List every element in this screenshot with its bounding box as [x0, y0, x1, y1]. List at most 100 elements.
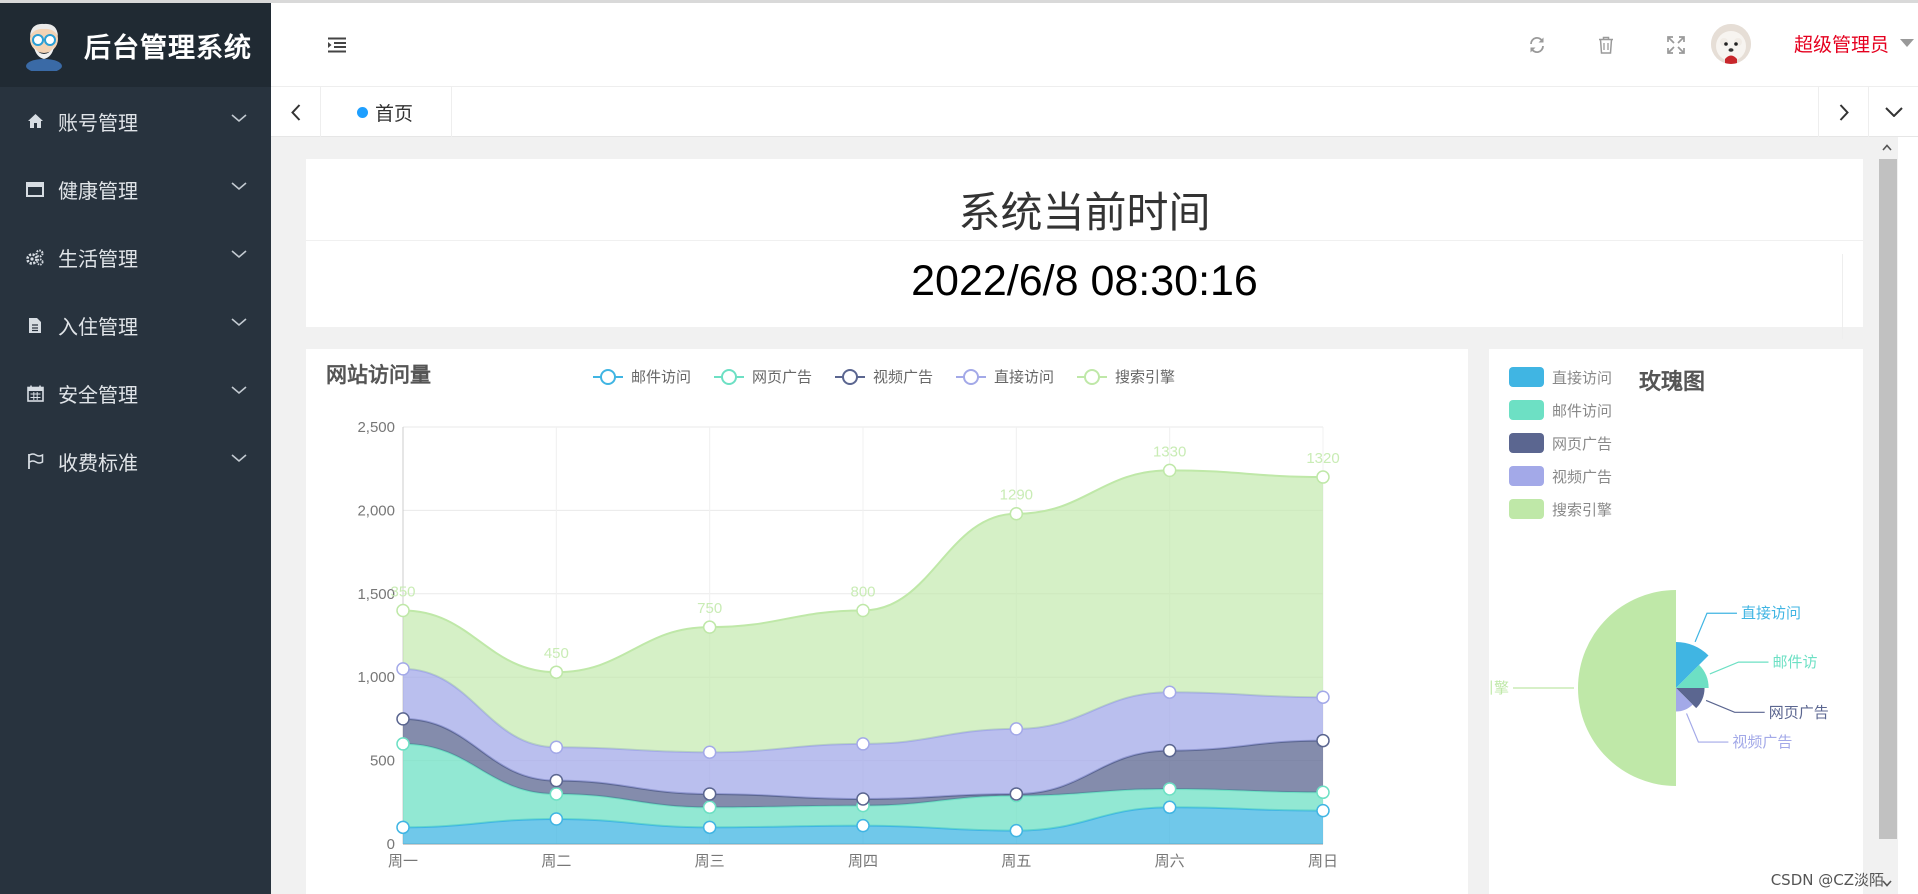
tab-home[interactable]: 首页 — [321, 87, 452, 137]
data-point — [1162, 463, 1177, 478]
trash-icon[interactable] — [1598, 36, 1614, 54]
menu-toggle-icon[interactable] — [327, 37, 347, 53]
legend-label: 直接访问 — [994, 369, 1054, 386]
data-point — [396, 662, 410, 676]
data-point — [856, 603, 870, 618]
gears-icon — [26, 248, 44, 266]
tab-more-button[interactable] — [1868, 87, 1918, 137]
legend-marker — [963, 369, 979, 385]
data-point — [856, 818, 870, 833]
flag-icon — [26, 452, 44, 470]
data-point — [549, 665, 564, 679]
sidebar-item-label: 安全管理 — [58, 382, 138, 407]
caret-down-icon[interactable] — [1900, 39, 1914, 47]
slice-label: 邮件访 — [1772, 654, 1817, 671]
chevron-down-icon — [1884, 107, 1903, 117]
active-tab-dot — [357, 106, 368, 118]
tab-prev-button[interactable] — [271, 87, 321, 137]
scroll-up-icon[interactable] — [1882, 144, 1892, 151]
chart-title: 玫瑰图 — [1639, 369, 1705, 394]
legend-swatch — [1509, 367, 1544, 387]
y-tick-label: 500 — [370, 753, 395, 770]
legend-marker — [842, 369, 858, 385]
legend-label: 直接访问 — [1552, 370, 1612, 387]
x-tick-label: 周二 — [541, 853, 571, 870]
chevron-down-icon — [231, 386, 247, 395]
data-point — [856, 737, 870, 751]
sidebar-item-label: 入住管理 — [58, 314, 138, 339]
legend-marker — [721, 369, 737, 385]
y-tick-label: 2,000 — [357, 502, 395, 519]
data-point — [1316, 690, 1330, 704]
data-point — [549, 740, 564, 755]
sidebar-item-label: 收费标准 — [58, 450, 138, 475]
fullscreen-icon[interactable] — [1667, 36, 1685, 54]
traffic-chart-card: 网站访问量 0 500 1,000 1,500 2,000 2,500 周一 周二 周三 周四 周五 周… — [306, 349, 1468, 894]
avatar[interactable] — [1711, 24, 1751, 64]
sidebar-item-label: 生活管理 — [58, 246, 138, 271]
current-time: 2022/6/8 08:30:16 — [911, 257, 1258, 305]
calendar-icon — [26, 384, 44, 402]
data-point — [1316, 733, 1330, 748]
sidebar-item-health[interactable]: 健康管理 — [0, 155, 271, 223]
data-point — [1009, 506, 1024, 521]
data-point — [549, 773, 564, 788]
home-icon — [26, 112, 44, 130]
legend-label: 视频广告 — [1552, 469, 1612, 486]
rose-pie-chart: 玫瑰图直接访问邮件访问网页广告视频广告搜索引擎直接访问邮件访网页广告视频广告索引… — [1464, 367, 1829, 786]
x-tick-label: 周六 — [1155, 853, 1185, 870]
data-point — [702, 800, 717, 815]
logo[interactable]: 后台管理系统 — [0, 3, 271, 87]
data-point — [1162, 800, 1177, 815]
legend-label: 搜索引擎 — [1115, 369, 1175, 386]
rose-slice — [1578, 590, 1676, 786]
scroll-thumb[interactable] — [1879, 159, 1897, 839]
slice-leader-line — [1694, 612, 1737, 643]
sidebar-item-label: 账号管理 — [58, 110, 138, 135]
data-label: 1330 — [1153, 443, 1186, 460]
slice-label: 网页广告 — [1769, 704, 1829, 721]
data-point — [702, 745, 717, 760]
legend-swatch — [1509, 499, 1544, 519]
slice-label: 直接访问 — [1741, 605, 1801, 622]
data-point — [396, 712, 410, 726]
x-tick-label: 周五 — [1001, 853, 1031, 870]
chart-title: 网站访问量 — [326, 363, 431, 387]
data-point — [1316, 470, 1330, 484]
tab-label: 首页 — [375, 102, 414, 125]
slice-leader-line — [1685, 713, 1729, 743]
refresh-icon[interactable] — [1528, 36, 1546, 54]
sidebar-item-checkin[interactable]: 入住管理 — [0, 291, 271, 359]
legend-marker — [600, 369, 616, 385]
sidebar-item-security[interactable]: 安全管理 — [0, 359, 271, 427]
legend-label: 邮件访问 — [631, 369, 691, 386]
legend-swatch — [1509, 466, 1544, 486]
sidebar-item-life[interactable]: 生活管理 — [0, 223, 271, 291]
chevron-right-icon — [1839, 103, 1849, 121]
data-point — [1162, 685, 1177, 699]
data-label: 350 — [390, 583, 415, 600]
y-tick-label: 2,500 — [357, 419, 395, 436]
legend-swatch — [1509, 400, 1544, 420]
data-point — [1162, 743, 1177, 758]
y-tick-label: 0 — [387, 836, 395, 853]
scrollbar[interactable] — [1876, 137, 1898, 894]
watermark: CSDN @CZ淡陌 — [1770, 871, 1884, 889]
legend-label: 视频广告 — [873, 369, 933, 386]
data-point — [702, 787, 717, 801]
window-icon — [26, 180, 44, 198]
sidebar-item-account[interactable]: 账号管理 — [0, 87, 271, 155]
slice-leader-line — [1705, 699, 1765, 713]
data-point — [1009, 787, 1024, 801]
legend-label: 搜索引擎 — [1552, 502, 1612, 519]
app-root: 后台管理系统 账号管理 健康管理 生活管理 入住管理 安全管理 收费标准 超级管… — [0, 0, 1918, 894]
data-point — [1316, 785, 1330, 800]
chevron-left-icon — [290, 103, 300, 121]
time-card: 系统当前时间 2022/6/8 08:30:16 — [306, 159, 1863, 339]
sidebar-item-fees[interactable]: 收费标准 — [0, 427, 271, 495]
data-point — [1009, 722, 1024, 736]
user-name[interactable]: 超级管理员 — [1794, 30, 1889, 57]
data-label: 450 — [544, 645, 569, 662]
tab-next-button[interactable] — [1818, 87, 1868, 137]
data-point — [1009, 823, 1024, 838]
